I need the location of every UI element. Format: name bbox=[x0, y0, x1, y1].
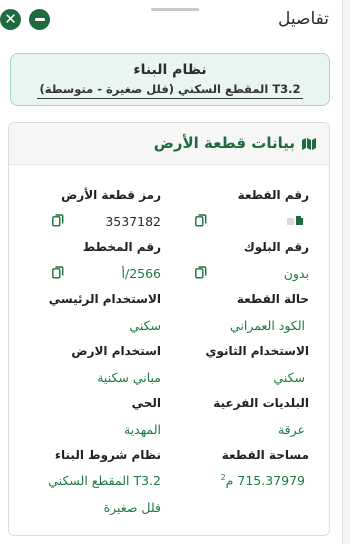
primary-use-value: سكني bbox=[129, 318, 161, 333]
land-use-value: مباني سكنية bbox=[97, 370, 161, 385]
parcel-number-value bbox=[287, 216, 303, 225]
parcel-number-label: رقم القطعة bbox=[237, 188, 309, 202]
land-use-label: استخدام الارض bbox=[71, 344, 161, 358]
building-system-title: نظام البناء bbox=[133, 62, 207, 78]
copy-icon[interactable] bbox=[52, 266, 64, 279]
sub-municipality-label: البلديات الفرعية bbox=[213, 396, 309, 410]
building-system-card: نظام البناء T3.2 المقطع السكني (فلل صغير… bbox=[10, 53, 330, 106]
parcel-area-value: 715.37979 م2 bbox=[221, 473, 305, 488]
copy-icon[interactable] bbox=[195, 214, 207, 227]
parcel-code-value: 3537182 bbox=[105, 214, 161, 229]
building-system-subtitle: T3.2 المقطع السكني (فلل صغيرة - متوسطة) bbox=[37, 82, 303, 99]
parcel-status-label: حالة القطعة bbox=[236, 292, 309, 306]
details-panel: تفاصيل ✕ نظام البناء T3.2 المقطع السكني … bbox=[0, 0, 343, 544]
primary-use-label: الاستخدام الرئيسي bbox=[48, 292, 161, 306]
parcel-code-label: رمز قطعة الأرض bbox=[61, 188, 161, 202]
building-conditions-value-line2: فلل صغيرة bbox=[103, 500, 161, 515]
land-card-title: بيانات قطعة الأرض bbox=[153, 134, 295, 152]
parcel-status-value: الكود العمراني bbox=[230, 318, 305, 333]
plan-number-label: رقم المخطط bbox=[82, 240, 161, 254]
district-label: الحي bbox=[131, 396, 161, 410]
sub-municipality-value: عرقة bbox=[277, 422, 305, 437]
copy-icon[interactable] bbox=[195, 266, 207, 279]
district-value: المهدية bbox=[123, 422, 161, 437]
building-conditions-value: T3.2 المقطع السكني bbox=[48, 473, 161, 488]
secondary-use-value: سكني bbox=[273, 370, 305, 385]
minimize-button[interactable] bbox=[29, 9, 50, 30]
block-number-label: رقم البلوك bbox=[243, 240, 309, 254]
land-data-card: بيانات قطعة الأرض رقم القطعة رمز قطعة ال… bbox=[8, 122, 330, 536]
minus-icon bbox=[34, 18, 45, 21]
parcel-area-label: مساحة القطعة bbox=[221, 448, 309, 462]
close-icon: ✕ bbox=[4, 10, 17, 28]
land-card-header: بيانات قطعة الأرض bbox=[9, 123, 329, 165]
map-icon bbox=[302, 138, 316, 150]
panel-header: تفاصيل ✕ bbox=[0, 0, 343, 40]
panel-title: تفاصيل bbox=[278, 9, 329, 29]
copy-icon[interactable] bbox=[52, 214, 64, 227]
secondary-use-label: الاستخدام الثانوي bbox=[205, 344, 309, 358]
block-number-value: بدون bbox=[283, 266, 309, 281]
close-button[interactable]: ✕ bbox=[0, 9, 21, 30]
building-conditions-label: نظام شروط البناء bbox=[54, 448, 161, 462]
parcel-area-number: 715.37979 م bbox=[225, 473, 305, 489]
plan-number-value: 2566/أ bbox=[121, 266, 162, 281]
